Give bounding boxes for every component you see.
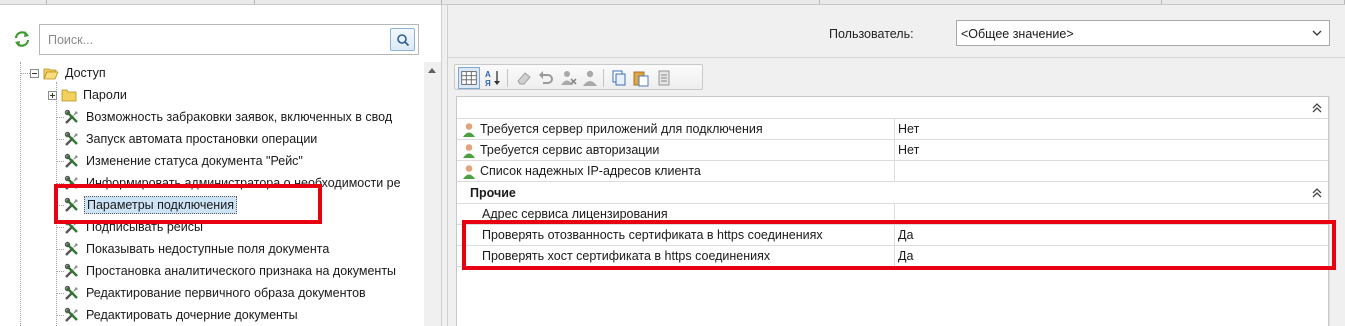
undo-icon[interactable] xyxy=(537,69,555,87)
property-value[interactable] xyxy=(894,161,1328,182)
user-icon[interactable] xyxy=(581,69,599,87)
group-title: Прочие xyxy=(470,186,516,200)
remove-user-icon[interactable] xyxy=(559,69,577,87)
divider xyxy=(448,57,1345,58)
tree-node-item[interactable]: Изменение статуса документа "Рейс" xyxy=(64,150,305,172)
collapse-group-icon[interactable] xyxy=(1312,188,1322,198)
svg-text:A: A xyxy=(485,70,491,79)
expand-icon[interactable] xyxy=(48,90,57,100)
property-grid-scrollbar[interactable] xyxy=(1329,96,1345,326)
tree-scrollbar[interactable] xyxy=(424,62,441,326)
search-box xyxy=(39,24,419,55)
search-input[interactable] xyxy=(46,30,381,50)
categorized-view-icon[interactable] xyxy=(458,67,480,89)
tools-icon xyxy=(64,241,78,256)
tools-icon xyxy=(64,285,78,300)
user-icon xyxy=(463,144,475,158)
tree-label: Возможность забраковки заявок, включенны… xyxy=(86,110,393,124)
refresh-icon[interactable] xyxy=(12,29,32,49)
tree-label: Доступ xyxy=(65,66,106,80)
search-button[interactable] xyxy=(390,28,415,51)
folder-icon xyxy=(61,89,77,102)
user-select-value: <Общее значение> xyxy=(961,27,1074,41)
property-row[interactable]: Требуется сервер приложений для подключе… xyxy=(457,119,1328,140)
tree-node-item[interactable]: Показывать недоступные поля документа xyxy=(64,238,331,260)
tree-node-item[interactable]: Редактирование первичного образа докумен… xyxy=(64,282,368,304)
scroll-up-icon[interactable] xyxy=(428,68,436,73)
tree-label: Простановка аналитического признака на д… xyxy=(86,264,397,278)
group-header-other[interactable]: Прочие xyxy=(457,182,1328,204)
property-name: Список надежных IP-адресов клиента xyxy=(480,164,701,178)
tree-node-item[interactable]: Запуск автомата простановки операции xyxy=(64,128,319,150)
property-value[interactable]: Нет xyxy=(894,140,1328,161)
user-icon xyxy=(463,165,475,179)
open-folder-icon xyxy=(43,68,59,80)
chevron-down-icon xyxy=(1312,30,1322,36)
copy-icon[interactable] xyxy=(610,69,628,87)
tools-icon xyxy=(64,109,78,124)
property-row[interactable]: Требуется сервис авторизации Нет xyxy=(457,140,1328,161)
tree-node-item[interactable]: Возможность забраковки заявок, включенны… xyxy=(64,106,394,128)
tools-icon xyxy=(64,307,78,322)
group-header-top[interactable] xyxy=(457,97,1328,119)
user-label: Пользователь: xyxy=(829,27,914,41)
collapse-group-icon[interactable] xyxy=(1312,103,1322,113)
tree-node-item[interactable]: Редактировать дочерние документы xyxy=(64,304,300,326)
svg-text:Я: Я xyxy=(485,79,491,87)
tree-label: Пароли xyxy=(83,88,127,102)
highlight-box-tree xyxy=(54,184,322,224)
tools-icon xyxy=(64,131,78,146)
user-select[interactable]: <Общее значение> xyxy=(956,20,1330,46)
tree-node-item[interactable]: Простановка аналитического признака на д… xyxy=(64,260,398,282)
left-pane: Доступ Пароли Возможность забраковки зая… xyxy=(0,5,442,326)
highlight-box-properties xyxy=(462,220,1336,270)
sort-alphabetical-icon[interactable]: A Я xyxy=(484,69,502,87)
property-name: Требуется сервис авторизации xyxy=(480,143,660,157)
eraser-icon[interactable] xyxy=(515,69,533,87)
right-pane: Пользователь: <Общее значение> A Я Требу… xyxy=(448,5,1345,326)
notes-icon[interactable] xyxy=(655,69,673,87)
tree-node-passwords[interactable]: Пароли xyxy=(48,84,129,106)
tools-icon xyxy=(64,153,78,168)
tree-label: Редактировать дочерние документы xyxy=(86,308,298,322)
property-row[interactable]: Список надежных IP-адресов клиента xyxy=(457,161,1328,182)
property-value[interactable]: Нет xyxy=(894,119,1328,140)
tree-node-access[interactable]: Доступ xyxy=(30,62,108,84)
property-name: Требуется сервер приложений для подключе… xyxy=(480,122,763,136)
paste-icon[interactable] xyxy=(632,69,650,87)
tree-label: Редактирование первичного образа докумен… xyxy=(86,286,366,300)
tools-icon xyxy=(64,263,78,278)
collapse-icon[interactable] xyxy=(30,68,39,78)
tree-label: Изменение статуса документа "Рейс" xyxy=(86,154,303,168)
property-grid: Требуется сервер приложений для подключе… xyxy=(456,96,1329,326)
property-toolbar: A Я xyxy=(454,64,703,90)
tree-label: Запуск автомата простановки операции xyxy=(86,132,318,146)
tree-label: Показывать недоступные поля документа xyxy=(86,242,330,256)
search-icon xyxy=(397,34,410,47)
user-icon xyxy=(463,123,475,137)
